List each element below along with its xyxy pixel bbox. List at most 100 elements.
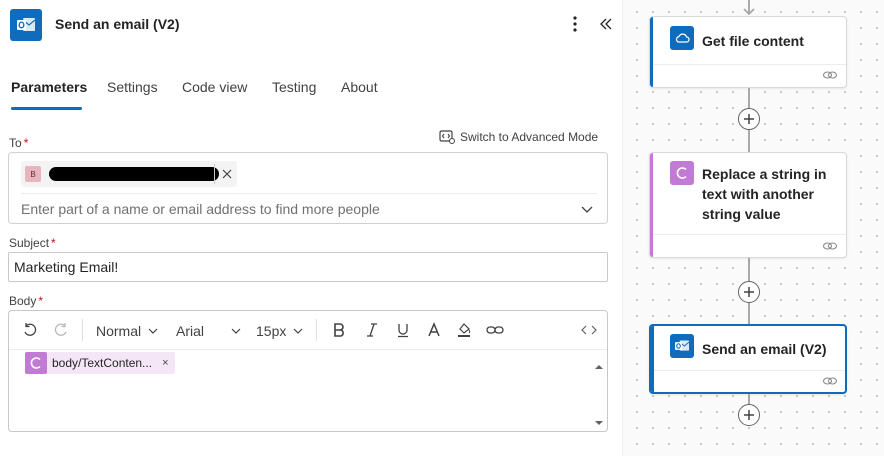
flow-card-get-file-content[interactable]: Get file content — [649, 16, 847, 88]
chevron-down-icon — [148, 328, 158, 334]
collapse-panel-button[interactable] — [596, 12, 616, 36]
triangle-up-icon — [595, 365, 603, 369]
required-mark: * — [23, 136, 29, 150]
chip-divider — [214, 164, 215, 184]
underline-icon — [398, 324, 408, 338]
panel-title: Send an email (V2) — [55, 16, 180, 32]
tab-testing[interactable]: Testing — [272, 79, 316, 95]
font-family-value: Arial — [176, 323, 205, 339]
card-accent — [650, 17, 653, 87]
link-icon — [486, 326, 504, 334]
tab-code-view[interactable]: Code view — [182, 79, 247, 95]
link-icon — [822, 71, 838, 79]
font-color-button[interactable] — [425, 321, 443, 339]
dynamic-content-token[interactable]: body/TextConten... × — [25, 352, 175, 374]
card-divider — [653, 234, 846, 235]
text-function-icon — [670, 161, 694, 185]
scroll-down-arrow[interactable] — [594, 415, 604, 425]
to-dropdown-button[interactable] — [579, 201, 595, 217]
highlight-fill-icon — [458, 323, 471, 337]
body-editor[interactable]: Normal Arial 15px body/TextConten... × — [8, 310, 608, 432]
to-search-input[interactable] — [21, 198, 571, 220]
to-field[interactable]: B — [8, 152, 608, 224]
plus-icon — [744, 287, 754, 297]
switch-advanced-mode-label: Switch to Advanced Mode — [460, 130, 599, 144]
text-function-icon — [25, 352, 47, 374]
subject-label-text: Subject — [9, 236, 50, 250]
tab-bar: Parameters Settings Code view Testing Ab… — [0, 70, 622, 110]
card-divider — [654, 370, 845, 371]
paragraph-style-value: Normal — [96, 323, 142, 339]
italic-button[interactable] — [363, 321, 381, 339]
flow-card-replace-string[interactable]: Replace a string in text with another st… — [649, 152, 847, 258]
triangle-down-icon — [595, 421, 603, 425]
remove-token-button[interactable]: × — [162, 357, 168, 369]
double-chevron-left-icon — [600, 18, 612, 30]
card-title: Replace a string in text with another st… — [702, 166, 827, 222]
underline-button[interactable] — [394, 321, 412, 339]
bold-icon — [334, 323, 344, 337]
body-label-text: Body — [9, 294, 37, 308]
to-label: To * — [9, 136, 28, 150]
card-title: Send an email (V2) — [702, 341, 827, 357]
token-label: body/TextConten... — [52, 356, 153, 370]
chevron-down-icon — [231, 328, 241, 334]
arrow-down-icon — [743, 8, 755, 16]
chevron-down-icon — [293, 328, 303, 334]
undo-button[interactable] — [21, 321, 39, 339]
subject-input[interactable] — [8, 252, 608, 282]
redo-icon — [54, 323, 67, 336]
toolbar-separator — [82, 319, 83, 341]
outlook-icon — [10, 9, 42, 41]
onedrive-cloud-icon — [670, 26, 694, 50]
recipient-avatar: B — [25, 166, 41, 182]
more-options-button[interactable] — [566, 12, 584, 36]
highlight-button[interactable] — [455, 321, 473, 339]
paragraph-style-select[interactable]: Normal — [96, 323, 159, 339]
more-vertical-icon — [573, 16, 577, 32]
to-label-text: To — [9, 136, 22, 150]
insert-step-button[interactable] — [738, 404, 760, 426]
redacted-recipient — [49, 167, 219, 181]
flow-designer-canvas[interactable]: Get file content Replace a string in tex… — [622, 0, 884, 456]
outlook-icon — [670, 334, 694, 358]
scroll-up-arrow[interactable] — [594, 359, 604, 369]
insert-step-button[interactable] — [738, 108, 760, 130]
code-view-toggle-button[interactable] — [580, 321, 598, 339]
font-size-value: 15px — [256, 323, 287, 339]
subject-label: Subject * — [9, 236, 56, 250]
redo-button[interactable] — [52, 321, 70, 339]
plus-icon — [744, 114, 754, 124]
font-color-icon — [428, 322, 440, 337]
flow-card-send-email[interactable]: Send an email (V2) — [649, 324, 847, 394]
bold-button[interactable] — [330, 321, 348, 339]
insert-step-button[interactable] — [738, 281, 760, 303]
tab-about[interactable]: About — [341, 79, 378, 95]
recipient-chip[interactable]: B — [21, 161, 237, 187]
link-icon — [822, 377, 838, 385]
card-accent — [651, 326, 654, 392]
link-icon — [822, 242, 838, 250]
active-tab-indicator — [11, 107, 82, 110]
card-accent — [650, 153, 653, 257]
italic-icon — [367, 323, 377, 337]
card-divider — [653, 64, 846, 65]
toolbar-separator — [316, 319, 317, 341]
font-family-select[interactable]: Arial — [176, 323, 242, 339]
undo-icon — [24, 323, 37, 336]
required-mark: * — [51, 236, 56, 250]
font-size-select[interactable]: 15px — [256, 323, 304, 339]
panel-header: Send an email (V2) — [0, 0, 622, 48]
flow-connector — [748, 394, 750, 404]
remove-recipient-button[interactable] — [218, 164, 236, 184]
body-toolbar-divider — [9, 349, 607, 350]
switch-advanced-mode-button[interactable]: Switch to Advanced Mode — [439, 130, 598, 144]
code-icon — [581, 325, 597, 335]
card-title: Get file content — [702, 33, 804, 49]
tab-parameters[interactable]: Parameters — [11, 79, 87, 95]
switch-mode-icon — [439, 130, 455, 144]
close-icon — [222, 169, 232, 179]
required-mark: * — [38, 294, 44, 308]
tab-settings[interactable]: Settings — [107, 79, 158, 95]
insert-link-button[interactable] — [486, 321, 504, 339]
